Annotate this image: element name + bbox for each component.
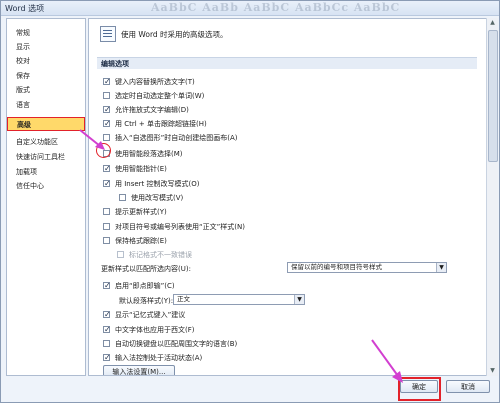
default-para-style-label: 默认段落样式(Y): xyxy=(119,297,174,305)
option-label: 输入法控制处于活动状态(A) xyxy=(115,354,203,362)
nav-item-3[interactable]: 保存 xyxy=(7,69,85,83)
option-label: 标记格式不一致错误 xyxy=(129,251,192,259)
nav-item-2[interactable]: 校对 xyxy=(7,54,85,68)
option-label: 保持格式跟踪(E) xyxy=(115,237,167,245)
nav-item-1[interactable]: 显示 xyxy=(7,40,85,54)
checkbox-unchecked[interactable] xyxy=(103,340,110,347)
default-para-style-value: 正文 xyxy=(177,295,190,303)
checkbox-checked[interactable] xyxy=(103,76,111,88)
checkbox-unchecked[interactable] xyxy=(117,251,124,258)
checkbox-checked[interactable] xyxy=(103,178,111,190)
left-nav: 常规 显示 校对 保存 版式 语言高级自定义功能区 快速访问工具栏 加载项 信任中心 xyxy=(6,18,86,376)
title-bar: Word 选项 AaBbC AaBb AaBbC AaBbCc AaBbC xyxy=(1,1,499,16)
option-label: 允许拖放式文字编辑(D) xyxy=(115,106,189,114)
panel-header: 使用 Word 时采用的高级选项。 xyxy=(121,30,228,39)
ime-settings-button[interactable]: 输入法设置(M)... xyxy=(103,365,175,375)
checkbox-circle-annotation xyxy=(96,143,111,158)
window-title: Word 选项 xyxy=(5,4,45,13)
scroll-down-arrow-icon[interactable]: ▼ xyxy=(487,366,498,376)
nav-item-4[interactable]: 版式 xyxy=(7,83,85,97)
options-page-icon xyxy=(100,26,116,42)
checkbox-unchecked[interactable] xyxy=(103,223,110,230)
nav-item-6[interactable]: 高级 xyxy=(7,117,85,131)
update-style-label: 更新样式以匹配所选内容(U): xyxy=(101,265,191,273)
nav-item-8[interactable]: 快速访问工具栏 xyxy=(7,150,85,164)
option-label: 显示“记忆式键入”建议 xyxy=(115,311,186,319)
vertical-scrollbar[interactable]: ▲ ▼ xyxy=(486,18,498,376)
section-editing-options: 编辑选项 xyxy=(97,57,477,69)
checkbox-checked[interactable] xyxy=(103,309,111,321)
checkbox-unchecked[interactable] xyxy=(103,92,110,99)
checkbox-unchecked[interactable] xyxy=(103,208,110,215)
option-label: 对项目符号或编号列表使用“正文”样式(N) xyxy=(115,223,245,231)
nav-item-0[interactable]: 常规 xyxy=(7,26,85,40)
checkbox-unchecked[interactable] xyxy=(103,237,110,244)
option-label: 启用“即点即输”(C) xyxy=(115,282,175,290)
nav-item-5[interactable]: 语言 xyxy=(7,98,85,112)
checkbox-checked[interactable] xyxy=(103,280,111,292)
option-label: 用 Insert 控制改写模式(O) xyxy=(115,180,200,188)
option-label: 使用智能指针(E) xyxy=(115,165,167,173)
nav-item-7[interactable]: 自定义功能区 xyxy=(7,135,85,149)
scroll-thumb[interactable] xyxy=(488,30,498,162)
option-label: 提示更新样式(Y) xyxy=(115,208,167,216)
update-style-select[interactable]: 保留以前的编号和项目符号样式 ▼ xyxy=(287,262,447,273)
nav-item-9[interactable]: 加载项 xyxy=(7,165,85,179)
chevron-down-icon[interactable]: ▼ xyxy=(294,295,304,304)
checkbox-checked[interactable] xyxy=(103,118,111,130)
ribbon-style-gallery-ghost: AaBbC AaBb AaBbC AaBbCc AaBbC xyxy=(151,1,401,14)
scroll-up-arrow-icon[interactable]: ▲ xyxy=(487,18,498,28)
option-label: 键入内容替换所选文字(T) xyxy=(115,78,195,86)
update-style-value: 保留以前的编号和项目符号样式 xyxy=(291,263,382,271)
option-label: 使用智能段落选择(M) xyxy=(115,150,183,158)
cancel-button[interactable]: 取消 xyxy=(446,380,490,393)
checkbox-checked[interactable] xyxy=(103,352,111,364)
option-label: 用 Ctrl + 单击跟踪超链接(H) xyxy=(115,120,207,128)
checkbox-checked[interactable] xyxy=(103,104,111,116)
checkbox-checked[interactable] xyxy=(103,163,111,175)
nav-item-10[interactable]: 信任中心 xyxy=(7,179,85,193)
advanced-options-panel: 使用 Word 时采用的高级选项。 编辑选项 键入内容替换所选文字(T) 选定时自… xyxy=(88,18,488,376)
checkbox-checked[interactable] xyxy=(103,324,111,336)
default-para-style-select[interactable]: 正文 ▼ xyxy=(173,294,305,305)
ok-highlight-annotation xyxy=(398,377,441,401)
option-label: 插入“自选图形”时自动创建绘图画布(A) xyxy=(115,134,238,142)
option-label: 中文字体也应用于西文(F) xyxy=(115,326,195,334)
option-label: 使用改写模式(V) xyxy=(131,194,184,202)
chevron-down-icon[interactable]: ▼ xyxy=(436,263,446,272)
option-label: 选定时自动选定整个单词(W) xyxy=(115,92,205,100)
option-label: 自动切换键盘以匹配周围文字的语言(B) xyxy=(115,340,238,348)
checkbox-unchecked[interactable] xyxy=(103,134,110,141)
checkbox-unchecked[interactable] xyxy=(119,194,126,201)
